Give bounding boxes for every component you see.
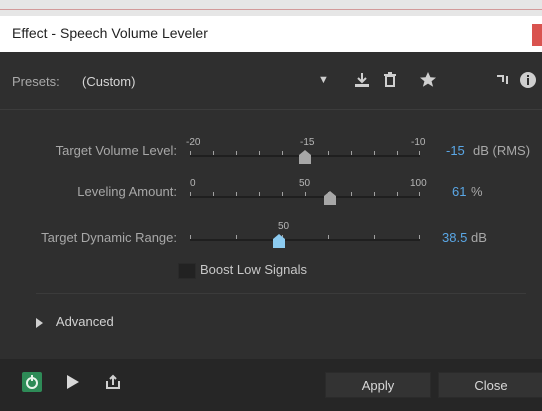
dynamic-range-label: Target Dynamic Range: — [41, 230, 177, 245]
leveling-amount-label: Leveling Amount: — [77, 184, 177, 199]
leveling-amount-unit: % — [471, 184, 483, 199]
tick — [259, 192, 260, 196]
export-icon[interactable] — [104, 373, 122, 391]
presets-label: Presets: — [12, 74, 60, 89]
tick — [190, 151, 191, 155]
presets-dropdown-value[interactable]: (Custom) — [82, 74, 135, 89]
section-divider — [36, 293, 526, 294]
leveling-amount-scale-mid: 50 — [299, 178, 311, 189]
info-icon[interactable] — [518, 70, 538, 90]
leveling-amount-thumb[interactable] — [324, 191, 336, 205]
tick — [213, 151, 214, 155]
advanced-label: Advanced — [55, 314, 114, 329]
tick — [328, 235, 329, 239]
footer-bar: Apply Close — [0, 359, 542, 411]
tick — [374, 235, 375, 239]
target-volume-scale-mid: -15 — [300, 137, 315, 148]
window-close-button[interactable] — [532, 24, 542, 46]
tick — [236, 235, 237, 239]
tick — [213, 192, 214, 196]
tick — [374, 151, 375, 155]
tick — [374, 192, 375, 196]
tick — [351, 192, 352, 196]
tick — [190, 235, 191, 239]
tick — [305, 192, 306, 196]
dynamic-range-thumb[interactable] — [273, 234, 285, 248]
tick — [236, 151, 237, 155]
target-volume-scale-max: -10 — [411, 137, 426, 148]
routing-icon[interactable] — [493, 70, 513, 90]
target-volume-unit: dB (RMS) — [473, 143, 531, 158]
target-volume-thumb[interactable] — [299, 150, 311, 164]
power-icon-glyph — [26, 375, 38, 389]
leveling-amount-scale-max: 100 — [410, 178, 427, 189]
tick — [419, 235, 420, 239]
target-volume-scale-min: -20 — [186, 137, 201, 148]
power-icon[interactable] — [22, 372, 42, 392]
target-volume-label: Target Volume Level: — [55, 143, 177, 158]
target-volume-value[interactable]: -15 — [446, 143, 465, 158]
toolbar-separator — [0, 109, 542, 110]
effect-dialog: Presets: (Custom) ▼ Target Volume Level:… — [0, 52, 542, 411]
dynamic-range-scale-mid: 50 — [278, 221, 290, 232]
tick — [419, 192, 420, 196]
title-bar: Effect - Speech Volume Leveler — [0, 16, 542, 52]
play-icon[interactable] — [67, 375, 79, 389]
tick — [190, 192, 191, 196]
tick — [282, 151, 283, 155]
caret-right-icon — [36, 317, 43, 328]
tick — [397, 192, 398, 196]
trash-icon[interactable] — [380, 70, 400, 90]
tick — [397, 151, 398, 155]
advanced-section-toggle[interactable]: Advanced — [36, 314, 114, 329]
top-strip-line — [0, 9, 542, 10]
boost-low-signals-label[interactable]: Boost Low Signals — [200, 262, 307, 277]
dynamic-range-value[interactable]: 38.5 — [442, 230, 467, 245]
window-top-strip — [0, 0, 542, 16]
tick — [259, 151, 260, 155]
apply-button[interactable]: Apply — [325, 372, 431, 398]
tick — [236, 192, 237, 196]
leveling-amount-value[interactable]: 61 — [452, 184, 466, 199]
dynamic-range-unit: dB — [471, 230, 487, 245]
tick — [328, 151, 329, 155]
leveling-amount-scale-min: 0 — [190, 178, 196, 189]
boost-low-signals-checkbox[interactable] — [178, 263, 196, 279]
leveling-amount-slider[interactable]: 0 50 100 — [190, 178, 427, 208]
window-title: Effect - Speech Volume Leveler — [12, 25, 208, 41]
download-icon[interactable] — [352, 70, 372, 90]
close-button[interactable]: Close — [438, 372, 542, 398]
dynamic-range-track[interactable] — [190, 239, 420, 241]
tick — [419, 151, 420, 155]
star-icon[interactable] — [418, 70, 438, 90]
dynamic-range-slider[interactable]: 50 — [190, 220, 420, 250]
target-volume-slider[interactable]: -20 -15 -10 — [186, 137, 425, 167]
leveling-amount-track[interactable] — [190, 196, 420, 198]
chevron-down-icon[interactable]: ▼ — [318, 74, 329, 86]
tick — [351, 151, 352, 155]
tick — [282, 192, 283, 196]
